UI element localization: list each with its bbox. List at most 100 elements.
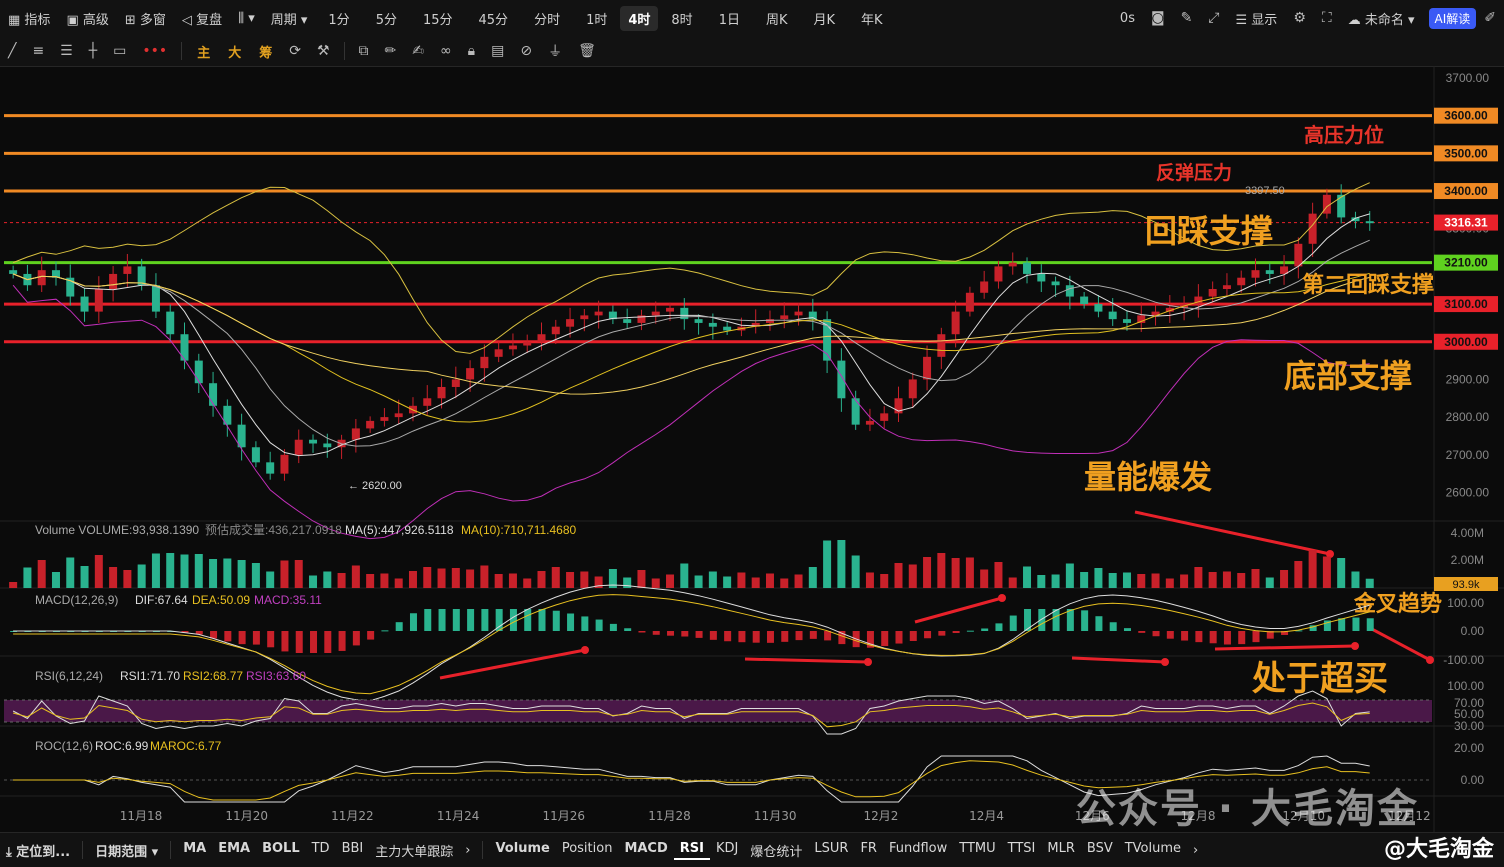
volume-ma5: MA(5):447,926.5118 [345, 523, 454, 537]
ai-button[interactable]: AI解读 [1428, 7, 1477, 29]
candle-body [923, 356, 932, 380]
main-force-button[interactable]: 主 [188, 42, 219, 61]
interval-tabs: 1分 5分 15分 45分 分时 1时 4时 8时 1日 周K 月K 年K [315, 5, 896, 31]
candle-body [123, 266, 132, 274]
main-indicator-more[interactable]: › [459, 843, 476, 858]
copy-icon[interactable]: ⧉ [351, 43, 377, 59]
indicator-tab[interactable]: EMA [212, 841, 256, 860]
period-button[interactable]: 周期 ▾ [263, 9, 316, 28]
x-tick: 11月22 [331, 809, 374, 823]
settings-icon[interactable]: ⚙ [1285, 10, 1314, 26]
date-range-button[interactable]: 日期范围 ▾ [89, 841, 164, 860]
parallel-tool-icon[interactable]: ≡ [24, 43, 52, 59]
volume-bar [1051, 574, 1060, 588]
volume-bar [1337, 558, 1346, 588]
brush-icon[interactable]: ✍ [404, 43, 432, 59]
magnet-icon[interactable]: ⊘ [512, 43, 540, 59]
sub-indicator-more[interactable]: › [1187, 843, 1204, 858]
indicator-tab[interactable]: Volume [489, 841, 555, 860]
locate-button[interactable]: ⤓ 定位到... [0, 841, 76, 860]
indicator-tab[interactable]: RSI [673, 841, 710, 860]
indicator-tab[interactable]: Fundflow [883, 841, 953, 860]
multi-window-button[interactable]: ⊞ 多窗 [117, 9, 174, 28]
chip-button[interactable]: 筹 [250, 42, 281, 61]
interval-tab[interactable]: 月K [801, 9, 849, 28]
interval-tab[interactable]: 1日 [706, 9, 753, 28]
macd-bar [210, 631, 218, 639]
price-chart[interactable]: 3700.003600.003500.003400.003300.003200.… [0, 66, 1504, 832]
interval-tab[interactable]: 1时 [573, 9, 620, 28]
indicator-tab[interactable]: Position [556, 841, 619, 860]
fullscreen-icon[interactable]: ⛶ [1314, 10, 1340, 26]
indicator-button[interactable]: ▦ 指标 [0, 9, 58, 28]
indicator-tab[interactable]: MA [177, 841, 212, 860]
volume-bar [723, 576, 732, 588]
seconds-label[interactable]: 0s [1112, 11, 1143, 26]
expand-icon[interactable]: ⤢ [1200, 10, 1227, 26]
macd-bar [766, 631, 774, 643]
indicator-tab[interactable]: TTMU [953, 841, 1001, 860]
ruler-icon[interactable]: ✏ [377, 43, 405, 59]
x-tick: 11月24 [437, 809, 480, 823]
macd-bar [1038, 609, 1046, 631]
candle-style-icon[interactable]: ⫼ ▾ [230, 11, 263, 26]
channel-tool-icon[interactable]: ☰ [52, 43, 81, 59]
display-button[interactable]: ☰ 显示 [1228, 9, 1286, 28]
indicator-tab[interactable]: 主力大单跟踪 [369, 841, 459, 860]
interval-tab[interactable]: 年K [848, 9, 896, 28]
trash-icon[interactable]: 🗑︎ [570, 43, 604, 59]
interval-tab[interactable]: 8时 [658, 9, 705, 28]
pen-icon[interactable]: ✎ [1173, 10, 1201, 26]
volume-bar [351, 565, 360, 588]
arrow-shaft [914, 596, 1003, 624]
interval-tab[interactable]: 周K [753, 9, 801, 28]
advanced-button[interactable]: ▣ 高级 [58, 9, 116, 28]
locate-label: 定位到... [16, 844, 71, 860]
indicator-tab[interactable]: 爆仓统计 [744, 841, 808, 860]
interval-tab[interactable]: 1分 [315, 9, 362, 28]
indicator-tab[interactable]: MLR [1041, 841, 1081, 860]
macd-bar [1238, 631, 1246, 645]
rectangle-tool-icon[interactable]: ▭ [105, 43, 134, 59]
interval-tab[interactable]: 15分 [410, 9, 466, 28]
macd-bar [609, 623, 617, 631]
indicator-tab[interactable]: BSV [1081, 841, 1119, 860]
candle-body [437, 386, 446, 399]
magic-icon[interactable]: ⚒ [309, 43, 338, 59]
indicator-tab[interactable]: TVolume [1119, 841, 1187, 860]
note-icon[interactable]: ▤ [483, 43, 512, 59]
indicator-tab[interactable]: FR [854, 841, 883, 860]
link-icon[interactable]: ∞ [432, 43, 460, 59]
big-order-button[interactable]: 大 [219, 42, 250, 61]
interval-tab[interactable]: 4时 [620, 5, 659, 31]
interval-tab[interactable]: 分时 [521, 9, 573, 28]
more-tools-icon[interactable]: ••• [134, 43, 175, 59]
horizontal-line-icon[interactable]: ┼ [81, 43, 105, 59]
candle-body [94, 289, 103, 312]
interval-tab[interactable]: 45分 [466, 9, 522, 28]
auto-draw-icon[interactable]: ⟳ [281, 43, 309, 59]
macd-bar [624, 628, 632, 631]
indicator-tab[interactable]: TTSI [1002, 841, 1042, 860]
indicator-tab[interactable]: BOLL [256, 841, 306, 860]
replay-button[interactable]: ◁ 复盘 [174, 9, 230, 28]
lock-icon[interactable]: 🔒︎ [460, 43, 483, 59]
indicator-tab[interactable]: MACD [618, 841, 673, 860]
indicator-tab[interactable]: TD [306, 841, 336, 860]
indicator-tab[interactable]: BBI [336, 841, 370, 860]
candle-body [551, 326, 560, 335]
camera-icon[interactable]: ◙ [1143, 10, 1173, 26]
macd-bar [581, 616, 589, 631]
price-tick: 3700.00 [1446, 71, 1490, 85]
candle-body [1294, 243, 1303, 267]
volume-bar [865, 572, 874, 588]
indicator-tab[interactable]: KDJ [710, 841, 744, 860]
volume-bar [251, 563, 260, 588]
edit-icon[interactable]: ✐ [1476, 10, 1504, 26]
candle-body [580, 315, 589, 320]
filter-icon[interactable]: ⏚ [540, 41, 570, 61]
indicator-tab[interactable]: LSUR [808, 841, 854, 860]
interval-tab[interactable]: 5分 [363, 9, 410, 28]
line-tool-icon[interactable]: ╱ [0, 43, 24, 59]
cloud-user-button[interactable]: ☁ 未命名 ▾ [1340, 9, 1423, 28]
